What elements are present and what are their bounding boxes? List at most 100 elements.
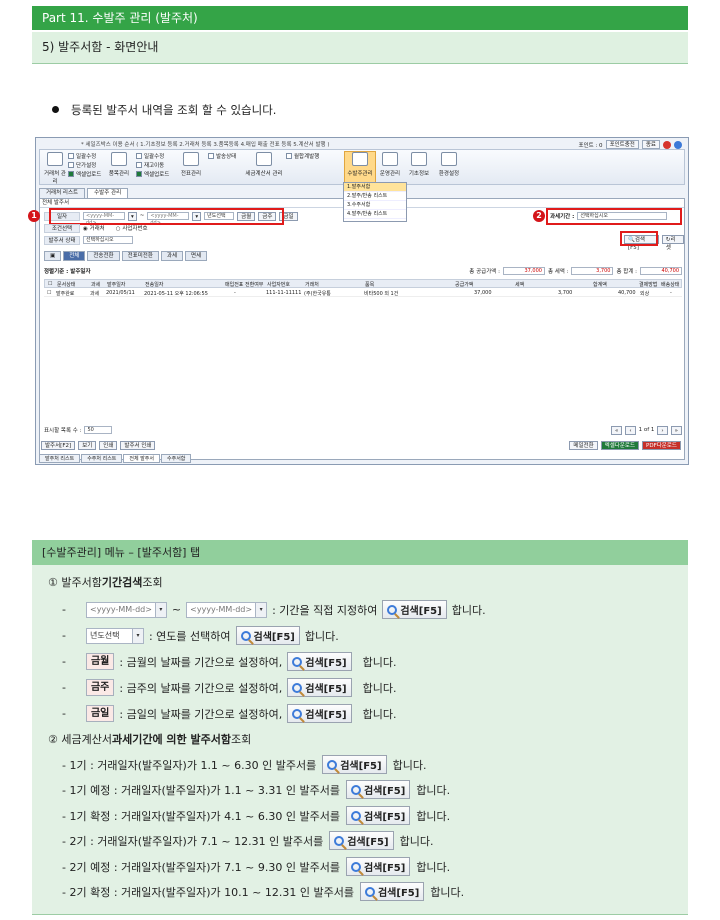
operation-icon — [382, 152, 398, 166]
pdf-download-button[interactable]: PDF다운로드 — [642, 440, 681, 450]
month-button-example[interactable]: 금월 — [85, 653, 115, 670]
ribbon-small-1[interactable]: 일괄수정 — [68, 152, 96, 160]
ribbon-small-4[interactable]: 일괄수정 — [136, 152, 164, 160]
mail-button[interactable]: 메일전환 — [569, 440, 598, 450]
new-order-button[interactable]: 발주서[F2] — [41, 440, 76, 450]
search-button-p6[interactable]: 검색[F5] — [359, 882, 425, 901]
view-button[interactable]: 보기 — [78, 440, 97, 450]
ribbon-small-8[interactable]: 월합계발행 — [286, 152, 319, 160]
filter-all[interactable]: 전체 — [63, 251, 86, 261]
status-row: 발주서 상태 선택하십시오 — [44, 235, 133, 245]
year-combo[interactable]: 년도선택 ▾ — [85, 627, 144, 644]
search-button-5[interactable]: 검색[F5] — [287, 704, 352, 723]
menu-item-order-list[interactable]: 2.발주/반송 리스트 — [344, 192, 406, 201]
filter-exempt[interactable]: 면세 — [185, 251, 208, 261]
col-header: 사업자번호 — [267, 282, 291, 288]
search-button-2[interactable]: 검색[F5] — [235, 626, 300, 645]
ribbon-order[interactable]: 수발주관리 — [346, 152, 374, 177]
ribbon-small-3[interactable]: 엑셀업로드 — [68, 170, 101, 178]
line2-text: : 연도를 선택하여 — [148, 629, 231, 643]
search-button-p3[interactable]: 검색[F5] — [345, 806, 411, 825]
search-button-3[interactable]: 검색[F5] — [287, 652, 352, 671]
order-panel: 전체 발주서 일자 <yyyy-MM-dd> ▾ ~ <yyyy-MM-dd> … — [39, 198, 685, 460]
period-line-2: - 1기 예정 : 거래일자(발주일자)가 1.1 ~ 3.31 인 발주서를 … — [62, 780, 450, 799]
date-from-combo[interactable]: <yyyy-MM-dd> ▾ — [85, 601, 167, 618]
btab-receive-partners[interactable]: 수주처 리스트 — [81, 454, 123, 463]
cell-payment: 외상 — [640, 291, 650, 297]
magnifier-icon — [292, 656, 303, 667]
btab-order-partners[interactable]: 발주처 리스트 — [39, 454, 81, 463]
ribbon-item[interactable]: 품목관리 — [106, 152, 132, 177]
magnifier-icon — [327, 759, 338, 770]
exit-button[interactable]: 종료 — [641, 140, 660, 149]
ribbon-small-2[interactable]: 단가설정 — [68, 161, 96, 169]
radio-partner[interactable]: ◉ 거래처 — [83, 224, 105, 232]
reset-button[interactable]: ↻리셋 — [661, 234, 684, 251]
table-row[interactable]: ☐ 발주완료 과세 2021/05/11 2021-05-11 오후 12:06… — [44, 289, 682, 297]
ribbon-operation-label: 운영관리 — [379, 171, 401, 177]
search-button-p1[interactable]: 검색[F5] — [322, 755, 387, 774]
ribbon-settings[interactable]: 환경설정 — [436, 152, 462, 177]
tab-order-manage[interactable]: 수발주 관리 — [87, 188, 129, 198]
search-button-4[interactable]: 검색[F5] — [287, 678, 352, 697]
menu-item-order-box[interactable]: 1.발주서함 — [344, 183, 406, 192]
point-label: 포인트 : 0 — [578, 142, 603, 149]
menu-item-receive-box[interactable]: 3.수주서함 — [344, 201, 406, 210]
day-button-example[interactable]: 금일 — [85, 705, 115, 722]
cell-item: 비타500 외 1건 — [364, 291, 399, 297]
tab-partner-list[interactable]: 거래처 리스트 — [39, 188, 86, 198]
order-print-button[interactable]: 발주서 인쇄 — [120, 440, 156, 450]
col-header: 배송상태 — [661, 282, 680, 288]
rows-select[interactable]: 50 — [84, 426, 113, 434]
header-checkbox[interactable]: ☐ — [48, 281, 52, 287]
ribbon-slip[interactable]: 전표관리 — [178, 152, 204, 177]
search-button-p5[interactable]: 검색[F5] — [345, 857, 411, 876]
ribbon-basic[interactable]: 기초정보 — [406, 152, 432, 177]
ribbon-small-5[interactable]: 재고이동 — [136, 161, 164, 169]
ribbon-small-6[interactable]: 엑셀업로드 — [136, 170, 169, 178]
menu-item-receive-list[interactable]: 4.발주/반송 리스트 — [344, 210, 406, 219]
search-button-p2[interactable]: 검색[F5] — [345, 780, 411, 799]
settings-icon — [441, 152, 457, 166]
radio-bizno[interactable]: ○ 사업자번호 — [116, 224, 148, 232]
filter-sent[interactable]: 전송전환 — [87, 251, 120, 261]
condition-row: 조건선택 ◉ 거래처 ○ 사업자번호 — [44, 223, 148, 233]
next-page-icon[interactable]: › — [657, 425, 668, 435]
ribbon-small-7[interactable]: 발송상태 — [208, 152, 236, 160]
filter-taxable[interactable]: 과세 — [160, 251, 184, 261]
power-icon[interactable] — [663, 140, 671, 149]
ribbon-taxinvoice-label: 세금계산서 관리 — [245, 171, 283, 177]
last-page-icon[interactable]: » — [670, 425, 682, 435]
search-button-1[interactable]: 검색[F5] — [382, 600, 447, 619]
line-month: - 금월 : 금월의 날짜를 기간으로 설정하여, 검색[F5] 합니다. — [62, 652, 396, 671]
help-icon[interactable] — [674, 140, 682, 149]
ribbon-operation[interactable]: 운영관리 — [378, 152, 402, 177]
tax-label: 총 세액 : — [547, 269, 569, 275]
magnifier-icon — [240, 630, 251, 641]
status-select[interactable]: 선택하십시오 — [83, 236, 133, 244]
magnifier-icon — [292, 682, 303, 693]
date-to-combo[interactable]: <yyyy-MM-dd> ▾ — [186, 601, 268, 618]
excel-download-button[interactable]: 엑셀다운로드 — [600, 440, 640, 450]
ribbon-partner[interactable]: 거래처 관리 — [44, 152, 66, 185]
col-header: 거래처 — [305, 282, 319, 288]
col-header: 세액 — [515, 282, 525, 288]
cell-supply: 37,000 — [474, 290, 492, 296]
cell-total: 40,700 — [618, 290, 636, 296]
first-page-icon[interactable]: « — [611, 425, 623, 435]
print-button[interactable]: 인쇄 — [99, 440, 118, 450]
filter-unconverted[interactable]: 전표미전환 — [121, 251, 159, 261]
magnifier-icon — [350, 784, 361, 795]
filter-icon[interactable]: ▣ — [44, 251, 62, 261]
point-charge-button[interactable]: 포인트충전 — [605, 140, 639, 149]
search-button-p4[interactable]: 검색[F5] — [329, 831, 394, 850]
week-button-example[interactable]: 금주 — [85, 679, 115, 696]
ribbon-taxinvoice[interactable]: 세금계산서 관리 — [244, 152, 284, 177]
btab-receive-box[interactable]: 수주서함 — [161, 454, 192, 463]
ribbon-item-label: 품목관리 — [108, 171, 130, 177]
grid-header: ☐ 문서상태 과세 발주일자 전송일자 매입전표 전환여부 사업자번호 거래처 … — [44, 279, 682, 288]
prev-page-icon[interactable]: ‹ — [625, 425, 636, 435]
cell-delivery: - — [670, 290, 672, 296]
btab-all-orders[interactable]: 전체 발주서 — [123, 454, 160, 463]
row-checkbox[interactable]: ☐ — [47, 290, 51, 296]
